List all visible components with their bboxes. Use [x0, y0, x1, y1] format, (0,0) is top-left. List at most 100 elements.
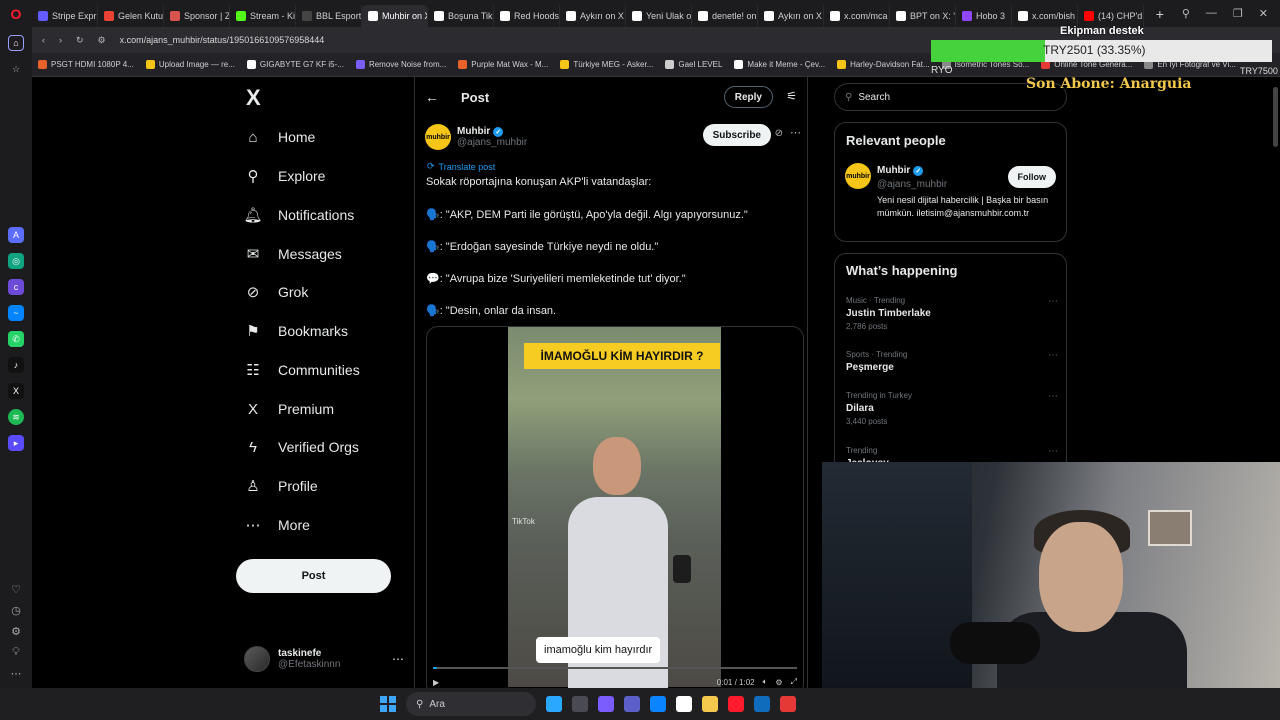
browser-tab[interactable]: denetle! on: [692, 5, 758, 27]
bookmark-item[interactable]: Gael LEVEL: [665, 60, 722, 69]
bookmark-item[interactable]: Make it Meme - Çev...: [734, 60, 825, 69]
nav-item-grok[interactable]: ⊘ Grok: [244, 276, 309, 308]
taskbar-app-icon[interactable]: [546, 696, 562, 712]
trend-more-icon[interactable]: ⋯: [1048, 446, 1058, 457]
nav-item-home[interactable]: ⌂ Home: [244, 121, 315, 153]
x-app-icon[interactable]: X: [8, 383, 24, 399]
browser-tab[interactable]: Stream - Ki: [230, 5, 296, 27]
taskbar-app-icon[interactable]: [780, 696, 796, 712]
bookmark-item[interactable]: Purple Mat Wax - M...: [458, 60, 548, 69]
taskbar-app-icon[interactable]: [624, 696, 640, 712]
browser-tab[interactable]: Boşuna Tik: [428, 5, 494, 27]
player-icon[interactable]: ▸: [8, 435, 24, 451]
browser-tab[interactable]: Red Hoods: [494, 5, 560, 27]
browser-tab[interactable]: Yeni Ulak o: [626, 5, 692, 27]
taskbar-app-icon[interactable]: [702, 696, 718, 712]
nav-item-bookmarks[interactable]: ⚑ Bookmarks: [244, 315, 348, 347]
taskbar-app-icon[interactable]: [572, 696, 588, 712]
post-more-icon[interactable]: ⋯: [790, 126, 801, 139]
back-arrow-icon[interactable]: ←: [425, 89, 439, 105]
browser-tab[interactable]: Muhbir on X: "S: [362, 5, 428, 27]
author-name[interactable]: Muhbir ✓: [457, 126, 527, 137]
reply-button[interactable]: Reply: [723, 86, 773, 108]
post-button[interactable]: Post: [236, 559, 391, 593]
bookmark-item[interactable]: Upload Image — re...: [145, 60, 235, 69]
browser-tab[interactable]: (14) CHP'd: [1078, 5, 1145, 27]
nav-item-premium[interactable]: X Premium: [244, 393, 334, 425]
heart-icon[interactable]: ♡: [11, 583, 21, 596]
nav-item-profile[interactable]: ♙ Profile: [244, 470, 317, 502]
windows-start-icon[interactable]: [380, 696, 396, 712]
browser-tab[interactable]: Gelen Kutu: [98, 5, 164, 27]
relevant-person-name[interactable]: Muhbir ✓: [877, 165, 924, 176]
whatsapp-icon[interactable]: ✆: [8, 331, 24, 347]
volume-icon[interactable]: 🔈︎: [763, 677, 768, 687]
bookmark-item[interactable]: GIGABYTE G7 KF i5-...: [246, 60, 344, 69]
nav-item-verified-orgs[interactable]: ϟ Verified Orgs: [244, 431, 359, 463]
taskbar-app-icon[interactable]: [728, 696, 744, 712]
close-icon[interactable]: ✕: [1259, 7, 1268, 20]
tiktok-icon[interactable]: ♪: [8, 357, 24, 373]
trend-more-icon[interactable]: ⋯: [1048, 391, 1058, 402]
url-field[interactable]: x.com/ajans_muhbir/status/19501661095769…: [120, 35, 325, 45]
browser-tab[interactable]: Stripe Expr: [32, 5, 98, 27]
browser-tab[interactable]: Sponsor | Z: [164, 5, 230, 27]
author-handle[interactable]: @ajans_muhbir: [457, 137, 527, 148]
opera-logo-icon[interactable]: O: [0, 0, 32, 27]
browser-tab[interactable]: x.com/mca: [824, 5, 890, 27]
relevant-person-handle[interactable]: @ajans_muhbir: [877, 179, 947, 190]
bookmark-item[interactable]: Harley-Davidson Fat...: [837, 60, 930, 69]
nav-item-more[interactable]: ⋯ More: [244, 509, 310, 541]
sidebar-more-icon[interactable]: ⋯: [11, 667, 22, 680]
browser-tab[interactable]: Aykırı on X: [560, 5, 626, 27]
new-tab-button[interactable]: +: [1150, 6, 1170, 22]
follow-button[interactable]: Follow: [1007, 166, 1056, 188]
bookmark-item[interactable]: Remove Noise from...: [355, 60, 446, 69]
settings-icon[interactable]: ⚙: [11, 625, 21, 638]
favorites-icon[interactable]: ☆: [8, 61, 24, 77]
trend-item[interactable]: Trending in Turkey Dilara 3,440 posts ⋯: [846, 391, 1058, 426]
play-icon[interactable]: ▶: [433, 678, 439, 687]
taskbar-app-icon[interactable]: [650, 696, 666, 712]
site-info-icon[interactable]: ⚙: [98, 35, 106, 46]
page-scrollbar[interactable]: [1273, 87, 1278, 147]
browser-tab[interactable]: Hobo 3: [956, 5, 1013, 27]
history-icon[interactable]: ◷: [11, 604, 21, 617]
author-avatar[interactable]: muhbir: [425, 124, 451, 150]
filter-icon[interactable]: ⚟: [786, 89, 797, 103]
nav-item-messages[interactable]: ✉ Messages: [244, 238, 342, 270]
minimize-icon[interactable]: —: [1206, 7, 1217, 20]
x-logo-icon[interactable]: X: [246, 87, 268, 109]
trend-item[interactable]: Sports · Trending Peşmerge ⋯: [846, 350, 1058, 373]
fullscreen-icon[interactable]: ⤢: [791, 677, 797, 687]
subscribe-button[interactable]: Subscribe: [702, 124, 771, 146]
taskbar-app-icon[interactable]: [676, 696, 692, 712]
messenger-icon[interactable]: ~: [8, 305, 24, 321]
translate-post-link[interactable]: ⟳ Translate post: [427, 161, 495, 172]
video-settings-icon[interactable]: ⚙: [775, 678, 782, 687]
browser-tab[interactable]: BPT on X: ": [890, 5, 956, 27]
nav-item-explore[interactable]: ⚲ Explore: [244, 160, 326, 192]
taskbar-search[interactable]: ⚲ Ara: [406, 692, 536, 716]
video-progress-bar[interactable]: [433, 667, 797, 669]
account-more-icon[interactable]: ⋯: [392, 652, 404, 666]
trend-more-icon[interactable]: ⋯: [1048, 350, 1058, 361]
taskbar-app-icon[interactable]: [754, 696, 770, 712]
taskbar-app-icon[interactable]: [598, 696, 614, 712]
bookmark-item[interactable]: Türkiye MEG - Asker...: [560, 60, 653, 69]
reload-icon[interactable]: ↻: [76, 35, 84, 46]
spotify-icon[interactable]: ≋: [8, 409, 24, 425]
chatgpt-icon[interactable]: ◎: [8, 253, 24, 269]
aria-icon[interactable]: A: [8, 227, 24, 243]
search-input[interactable]: [858, 91, 1039, 103]
trend-item[interactable]: Music · Trending Justin Timberlake 2,786 p…: [846, 296, 1058, 331]
forward-nav-icon[interactable]: ›: [59, 35, 62, 45]
app-icon[interactable]: c: [8, 279, 24, 295]
maximize-icon[interactable]: ❐: [1233, 7, 1243, 20]
nav-item-communities[interactable]: ☷ Communities: [244, 354, 359, 386]
relevant-person-avatar[interactable]: muhbir: [845, 163, 871, 189]
account-switcher[interactable]: taskinefe @Efetaskinnn ⋯: [244, 643, 404, 675]
bookmark-item[interactable]: PSGT HDMI 1080P 4...: [38, 60, 134, 69]
trend-more-icon[interactable]: ⋯: [1048, 296, 1058, 307]
browser-tab[interactable]: BBL Esport: [296, 5, 362, 27]
